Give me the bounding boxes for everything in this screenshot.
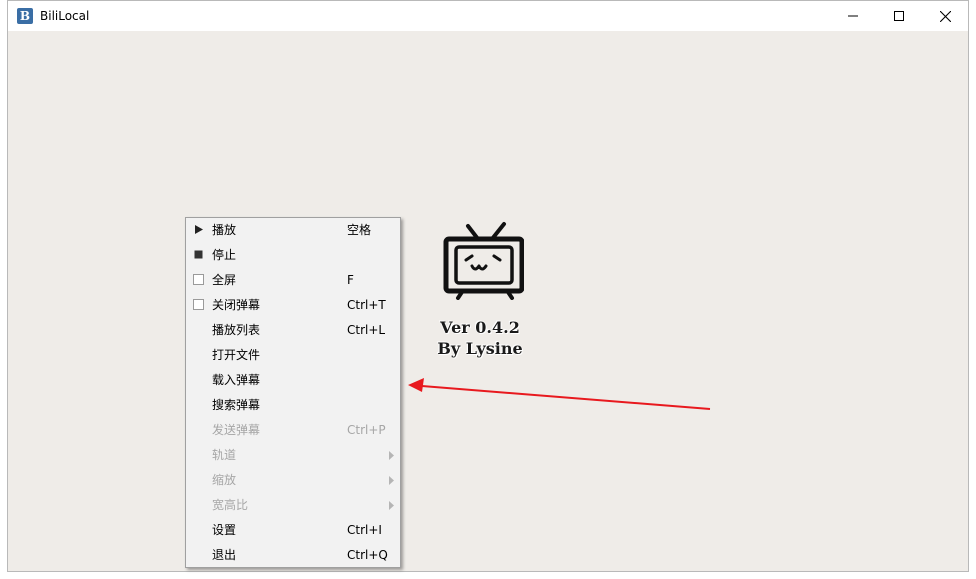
menu-item-label: 停止 <box>212 248 237 262</box>
window-title: BiliLocal <box>40 9 90 23</box>
menu-item-settings[interactable]: 设置 Ctrl+I <box>188 518 398 543</box>
context-menu: 播放 空格 停止 全屏 F 关闭弹幕 Ctrl+T 播放列表 Ctrl+L 打开… <box>185 217 401 568</box>
app-icon: B <box>17 8 33 24</box>
menu-item-label: 宽高比 <box>212 498 249 512</box>
close-icon <box>939 10 951 22</box>
menu-item-shortcut: F <box>347 273 354 287</box>
stop-icon <box>194 250 203 259</box>
menu-item-aspect-ratio[interactable]: 宽高比 <box>188 493 398 518</box>
menu-item-load-danmaku[interactable]: 载入弹幕 <box>188 368 398 393</box>
maximize-icon <box>894 11 904 21</box>
menu-item-quit[interactable]: 退出 Ctrl+Q <box>188 543 398 568</box>
menu-item-label: 全屏 <box>212 273 237 287</box>
menu-item-shortcut: Ctrl+I <box>347 523 382 537</box>
menu-item-track[interactable]: 轨道 <box>188 443 398 468</box>
menu-item-shortcut: 空格 <box>347 223 372 237</box>
menu-item-fullscreen[interactable]: 全屏 F <box>188 268 398 293</box>
menu-item-shortcut: Ctrl+T <box>347 298 386 312</box>
menu-item-shortcut: Ctrl+P <box>347 423 386 437</box>
title-bar[interactable]: B BiliLocal <box>8 1 968 31</box>
menu-item-open-file[interactable]: 打开文件 <box>188 343 398 368</box>
menu-item-hide-danmaku[interactable]: 关闭弹幕 Ctrl+T <box>188 293 398 318</box>
menu-item-label: 播放 <box>212 223 237 237</box>
menu-item-search-danmaku[interactable]: 搜索弹幕 <box>188 393 398 418</box>
version-label: Ver 0.4.2 <box>440 318 520 337</box>
minimize-icon <box>848 15 858 17</box>
annotation-arrow-icon <box>408 378 711 410</box>
minimize-button[interactable] <box>830 1 876 31</box>
close-button[interactable] <box>922 1 968 31</box>
submenu-arrow-icon <box>389 451 394 460</box>
menu-item-label: 设置 <box>212 523 237 537</box>
menu-item-play[interactable]: 播放 空格 <box>188 218 398 243</box>
author-label: By Lysine <box>437 339 523 358</box>
menu-item-stop[interactable]: 停止 <box>188 243 398 268</box>
bilibili-tv-icon <box>443 222 524 300</box>
menu-item-label: 播放列表 <box>212 323 261 337</box>
play-icon <box>195 225 203 234</box>
menu-item-send-danmaku[interactable]: 发送弹幕 Ctrl+P <box>188 418 398 443</box>
hide-danmaku-checkbox[interactable] <box>193 299 204 310</box>
menu-item-label: 关闭弹幕 <box>212 298 261 312</box>
menu-item-label: 缩放 <box>212 473 237 487</box>
menu-item-label: 打开文件 <box>212 348 261 362</box>
menu-item-label: 载入弹幕 <box>212 373 261 387</box>
menu-item-label: 轨道 <box>212 448 237 462</box>
menu-item-shortcut: Ctrl+Q <box>347 548 388 562</box>
menu-item-label: 搜索弹幕 <box>212 398 261 412</box>
menu-item-zoom[interactable]: 缩放 <box>188 468 398 493</box>
menu-item-label: 退出 <box>212 548 237 562</box>
player-area[interactable] <box>8 31 968 571</box>
menu-item-shortcut: Ctrl+L <box>347 323 386 337</box>
menu-item-label: 发送弹幕 <box>212 423 261 437</box>
submenu-arrow-icon <box>389 476 394 485</box>
fullscreen-checkbox[interactable] <box>193 274 204 285</box>
submenu-arrow-icon <box>389 501 394 510</box>
menu-item-playlist[interactable]: 播放列表 Ctrl+L <box>188 318 398 343</box>
maximize-button[interactable] <box>876 1 922 31</box>
